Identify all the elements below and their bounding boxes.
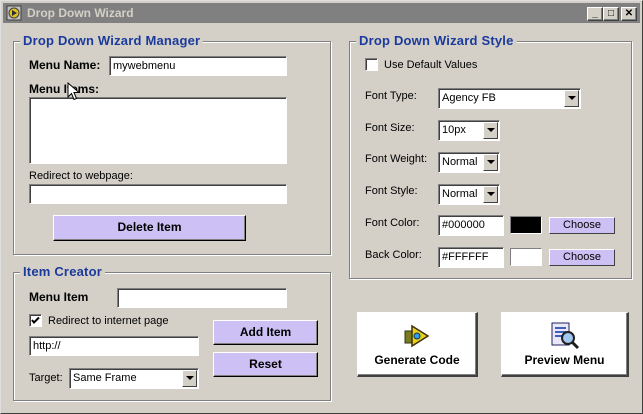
app-icon xyxy=(6,5,22,21)
generate-code-button[interactable]: Generate Code xyxy=(357,312,478,377)
url-input[interactable]: http:// xyxy=(29,336,199,356)
target-label: Target: xyxy=(29,372,63,384)
window-title: Drop Down Wizard xyxy=(27,6,134,20)
menu-items-list[interactable] xyxy=(29,97,287,164)
font-type-label: Font Type: xyxy=(365,90,417,102)
generate-code-label: Generate Code xyxy=(374,353,460,367)
back-color-label: Back Color: xyxy=(365,249,422,261)
delete-item-button[interactable]: Delete Item xyxy=(53,215,246,241)
manager-group: Drop Down Wizard Manager Menu Name: mywe… xyxy=(13,33,331,255)
use-default-checkbox[interactable] xyxy=(365,58,378,71)
back-color-choose-button[interactable]: Choose xyxy=(549,249,615,266)
target-select[interactable]: Same Frame xyxy=(69,368,199,389)
wizard-window: Drop Down Wizard _ □ ✕ Drop Down Wizard … xyxy=(0,0,643,414)
font-weight-value: Normal xyxy=(442,156,478,168)
chevron-down-icon[interactable] xyxy=(483,154,498,171)
redirect-checkbox-label: Redirect to internet page xyxy=(48,315,169,327)
back-color-swatch xyxy=(510,248,542,266)
font-color-input[interactable]: #000000 xyxy=(438,215,504,236)
font-style-value: Normal xyxy=(442,188,478,200)
font-type-value: Agency FB xyxy=(442,92,496,104)
reset-button[interactable]: Reset xyxy=(213,352,318,377)
preview-magnifier-icon xyxy=(551,322,580,350)
minimize-button[interactable]: _ xyxy=(587,7,603,21)
redirect-webpage-label: Redirect to webpage: xyxy=(29,170,133,182)
mouse-cursor-icon xyxy=(67,82,81,101)
redirect-checkbox[interactable] xyxy=(29,314,42,327)
generate-arrow-icon xyxy=(404,324,430,348)
font-weight-label: Font Weight: xyxy=(365,153,428,165)
item-creator-group: Item Creator Menu Item Redirect to inter… xyxy=(13,264,331,401)
preview-menu-label: Preview Menu xyxy=(524,353,605,367)
item-creator-title: Item Creator xyxy=(20,264,105,279)
menu-item-input[interactable] xyxy=(117,288,287,308)
font-color-swatch xyxy=(510,216,542,234)
font-style-select[interactable]: Normal xyxy=(438,184,500,205)
style-group: Drop Down Wizard Style Use Default Value… xyxy=(349,33,632,279)
font-color-label: Font Color: xyxy=(365,217,420,229)
maximize-button[interactable]: □ xyxy=(603,7,619,21)
menu-name-input[interactable]: mywebmenu xyxy=(109,56,287,76)
style-group-title: Drop Down Wizard Style xyxy=(356,33,517,48)
checkmark-icon xyxy=(31,316,40,324)
close-button[interactable]: ✕ xyxy=(621,7,637,21)
font-size-select[interactable]: 10px xyxy=(438,120,500,141)
chevron-down-icon[interactable] xyxy=(182,370,197,387)
redirect-webpage-input[interactable] xyxy=(29,184,287,204)
menu-name-label: Menu Name: xyxy=(29,58,101,72)
font-weight-select[interactable]: Normal xyxy=(438,152,500,173)
add-item-button[interactable]: Add Item xyxy=(213,320,318,345)
chevron-down-icon[interactable] xyxy=(483,122,498,139)
title-bar[interactable]: Drop Down Wizard _ □ ✕ xyxy=(3,3,640,23)
back-color-input[interactable]: #FFFFFF xyxy=(438,247,504,268)
font-size-value: 10px xyxy=(442,124,466,136)
font-type-select[interactable]: Agency FB xyxy=(438,88,581,109)
target-value: Same Frame xyxy=(73,372,137,384)
chevron-down-icon[interactable] xyxy=(564,90,579,107)
chevron-down-icon[interactable] xyxy=(483,186,498,203)
preview-menu-button[interactable]: Preview Menu xyxy=(501,312,629,377)
font-style-label: Font Style: xyxy=(365,185,418,197)
menu-items-label: Menu Items: xyxy=(29,82,100,96)
font-size-label: Font Size: xyxy=(365,122,415,134)
manager-group-title: Drop Down Wizard Manager xyxy=(20,33,204,48)
use-default-label: Use Default Values xyxy=(384,59,478,71)
menu-item-label: Menu Item xyxy=(29,290,89,304)
font-color-choose-button[interactable]: Choose xyxy=(549,217,615,234)
